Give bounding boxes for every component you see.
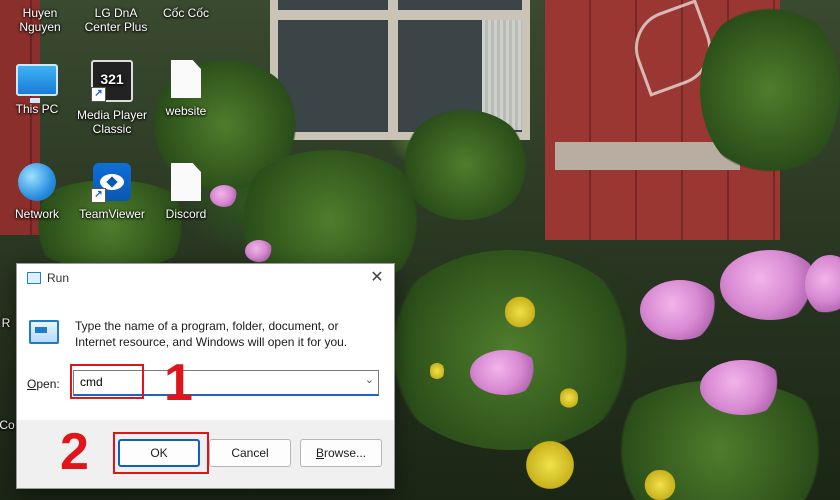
desktop-icon-website[interactable]: website: [146, 60, 226, 118]
annotation-highlight-input: [70, 364, 144, 399]
run-program-icon: [29, 320, 59, 344]
annotation-step-1: 1: [164, 354, 193, 412]
desktop-icon-label: Media Player Classic: [76, 108, 148, 136]
desktop-icon-user-folder[interactable]: Huyen Nguyen: [0, 6, 80, 34]
desktop-icon-lg-dna[interactable]: LG DnA Center Plus: [76, 6, 156, 34]
desktop-icon-label: LG DnA Center Plus: [84, 6, 148, 34]
run-dialog-titlebar[interactable]: Run ✕: [17, 264, 394, 292]
run-dialog-body: Type the name of a program, folder, docu…: [17, 292, 394, 420]
run-dialog-description: Type the name of a program, folder, docu…: [75, 319, 348, 349]
open-label: Open:: [27, 377, 60, 391]
desktop-icon-label: website: [165, 104, 207, 118]
desktop-icon-label: This PC: [15, 102, 59, 116]
browse-accesskey: B: [315, 446, 324, 460]
monitor-icon: [16, 64, 58, 103]
run-dialog-title: Run: [47, 271, 70, 285]
desktop-icon-label: TeamViewer: [79, 207, 145, 221]
media-player-icon: 321 ↗: [91, 60, 133, 102]
desktop-icon-coccoc[interactable]: Cốc Cốc: [146, 6, 226, 20]
document-icon: [171, 60, 201, 98]
media-player-icon-text: 321: [100, 71, 124, 87]
close-button[interactable]: ✕: [366, 267, 388, 289]
desktop-icon-network[interactable]: Network: [0, 163, 77, 221]
teamviewer-icon: ↗: [91, 163, 131, 203]
browse-label: rowse...: [324, 446, 367, 460]
desktop-icon-teamviewer[interactable]: ↗ TeamViewer: [72, 163, 152, 221]
desktop-icon-label: Discord: [165, 207, 207, 221]
desktop-icon-media-player[interactable]: 321 ↗ Media Player Classic: [72, 60, 152, 136]
annotation-highlight-ok: [113, 432, 209, 474]
shortcut-arrow-icon: ↗: [91, 87, 106, 102]
desktop-icon-label: Huyen Nguyen: [19, 6, 61, 34]
open-label-text: pen:: [36, 377, 60, 391]
chevron-down-icon[interactable]: ⌄: [365, 373, 374, 386]
cancel-button[interactable]: Cancel: [209, 439, 291, 467]
browse-button[interactable]: Browse...: [300, 439, 382, 467]
desktop-icon-label: Cốc Cốc: [162, 6, 209, 20]
shortcut-arrow-icon: ↗: [91, 188, 106, 203]
desktop-icon-discord[interactable]: Discord: [146, 163, 226, 221]
desktop-icon-label: Network: [14, 207, 59, 221]
annotation-step-2: 2: [60, 423, 89, 481]
run-app-icon: [27, 272, 41, 284]
document-icon: [171, 163, 201, 201]
network-globe-icon: [18, 163, 56, 201]
open-label-accesskey: O: [27, 377, 37, 391]
desktop-icon-this-pc[interactable]: This PC: [0, 60, 77, 116]
